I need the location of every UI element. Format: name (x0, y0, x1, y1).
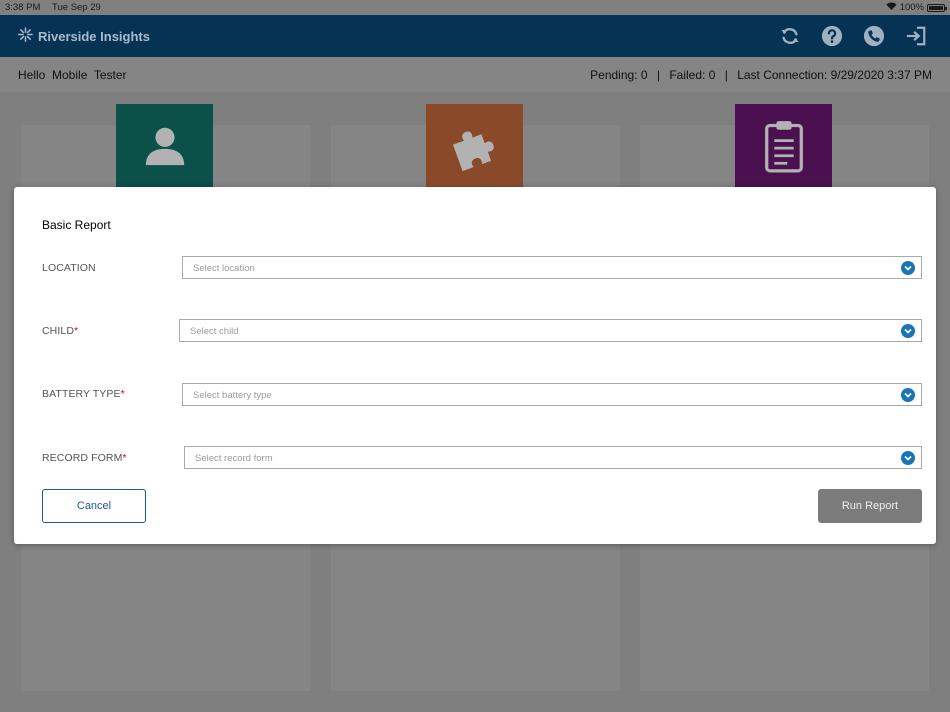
location-label: LOCATION (42, 262, 96, 274)
puzzle-icon[interactable] (426, 104, 523, 188)
greeting: Hello Mobile Tester (18, 68, 127, 82)
status-date: Tue Sep 29 (52, 2, 101, 13)
battery-percent: 100% (899, 2, 924, 13)
status-time: 3:38 PM (5, 2, 41, 13)
app-header: Riverside Insights (0, 15, 950, 57)
brand-name: Riverside Insights (38, 28, 150, 44)
battery-type-label-text: BATTERY TYPE (42, 388, 121, 400)
location-select[interactable]: Select location (182, 256, 922, 279)
logout-icon[interactable] (904, 24, 928, 48)
failed-count: Failed: 0 (669, 68, 716, 82)
user-icon[interactable] (116, 104, 213, 188)
chevron-down-icon[interactable] (901, 261, 915, 275)
sync-status: Pending: 0 | Failed: 0 | Last Connection… (590, 68, 932, 82)
child-label: CHILD* (42, 325, 78, 337)
battery-icon (927, 3, 947, 12)
sync-icon[interactable] (778, 24, 802, 48)
sub-header: Hello Mobile Tester Pending: 0 | Failed:… (0, 57, 950, 92)
clipboard-icon[interactable] (735, 104, 832, 188)
phone-icon[interactable] (862, 24, 886, 48)
required-marker: * (120, 388, 125, 400)
status-separator: | (656, 68, 660, 82)
dialog-title: Basic Report (42, 218, 111, 232)
battery-type-select[interactable]: Select battery type (182, 383, 922, 406)
chevron-down-icon[interactable] (901, 451, 915, 465)
required-marker: * (74, 325, 79, 337)
last-connection: Last Connection: 9/29/2020 3:37 PM (737, 68, 932, 82)
record-form-select[interactable]: Select record form (184, 446, 922, 469)
run-report-button[interactable]: Run Report (818, 489, 922, 523)
pending-count: Pending: 0 (590, 68, 648, 82)
child-label-text: CHILD (42, 325, 75, 337)
location-placeholder: Select location (193, 263, 255, 274)
wifi-icon (885, 2, 897, 13)
brand-logo: Riverside Insights (18, 27, 150, 45)
record-form-label: RECORD FORM* (42, 452, 127, 464)
battery-type-label: BATTERY TYPE* (42, 388, 125, 400)
brand-mark-icon (18, 27, 33, 45)
child-select[interactable]: Select child (179, 319, 922, 342)
help-icon[interactable] (820, 24, 844, 48)
location-label-text: LOCATION (42, 262, 96, 274)
status-separator: | (724, 68, 728, 82)
basic-report-dialog: Basic Report LOCATION Select location CH… (14, 187, 936, 544)
status-bar: 3:38 PM Tue Sep 29 100% (0, 0, 950, 15)
record-form-label-text: RECORD FORM (42, 452, 123, 464)
chevron-down-icon[interactable] (901, 388, 915, 402)
child-placeholder: Select child (190, 326, 239, 337)
record-form-placeholder: Select record form (195, 453, 273, 464)
required-marker: * (122, 452, 127, 464)
chevron-down-icon[interactable] (901, 324, 915, 338)
cancel-button[interactable]: Cancel (42, 489, 146, 523)
battery-type-placeholder: Select battery type (193, 390, 272, 401)
